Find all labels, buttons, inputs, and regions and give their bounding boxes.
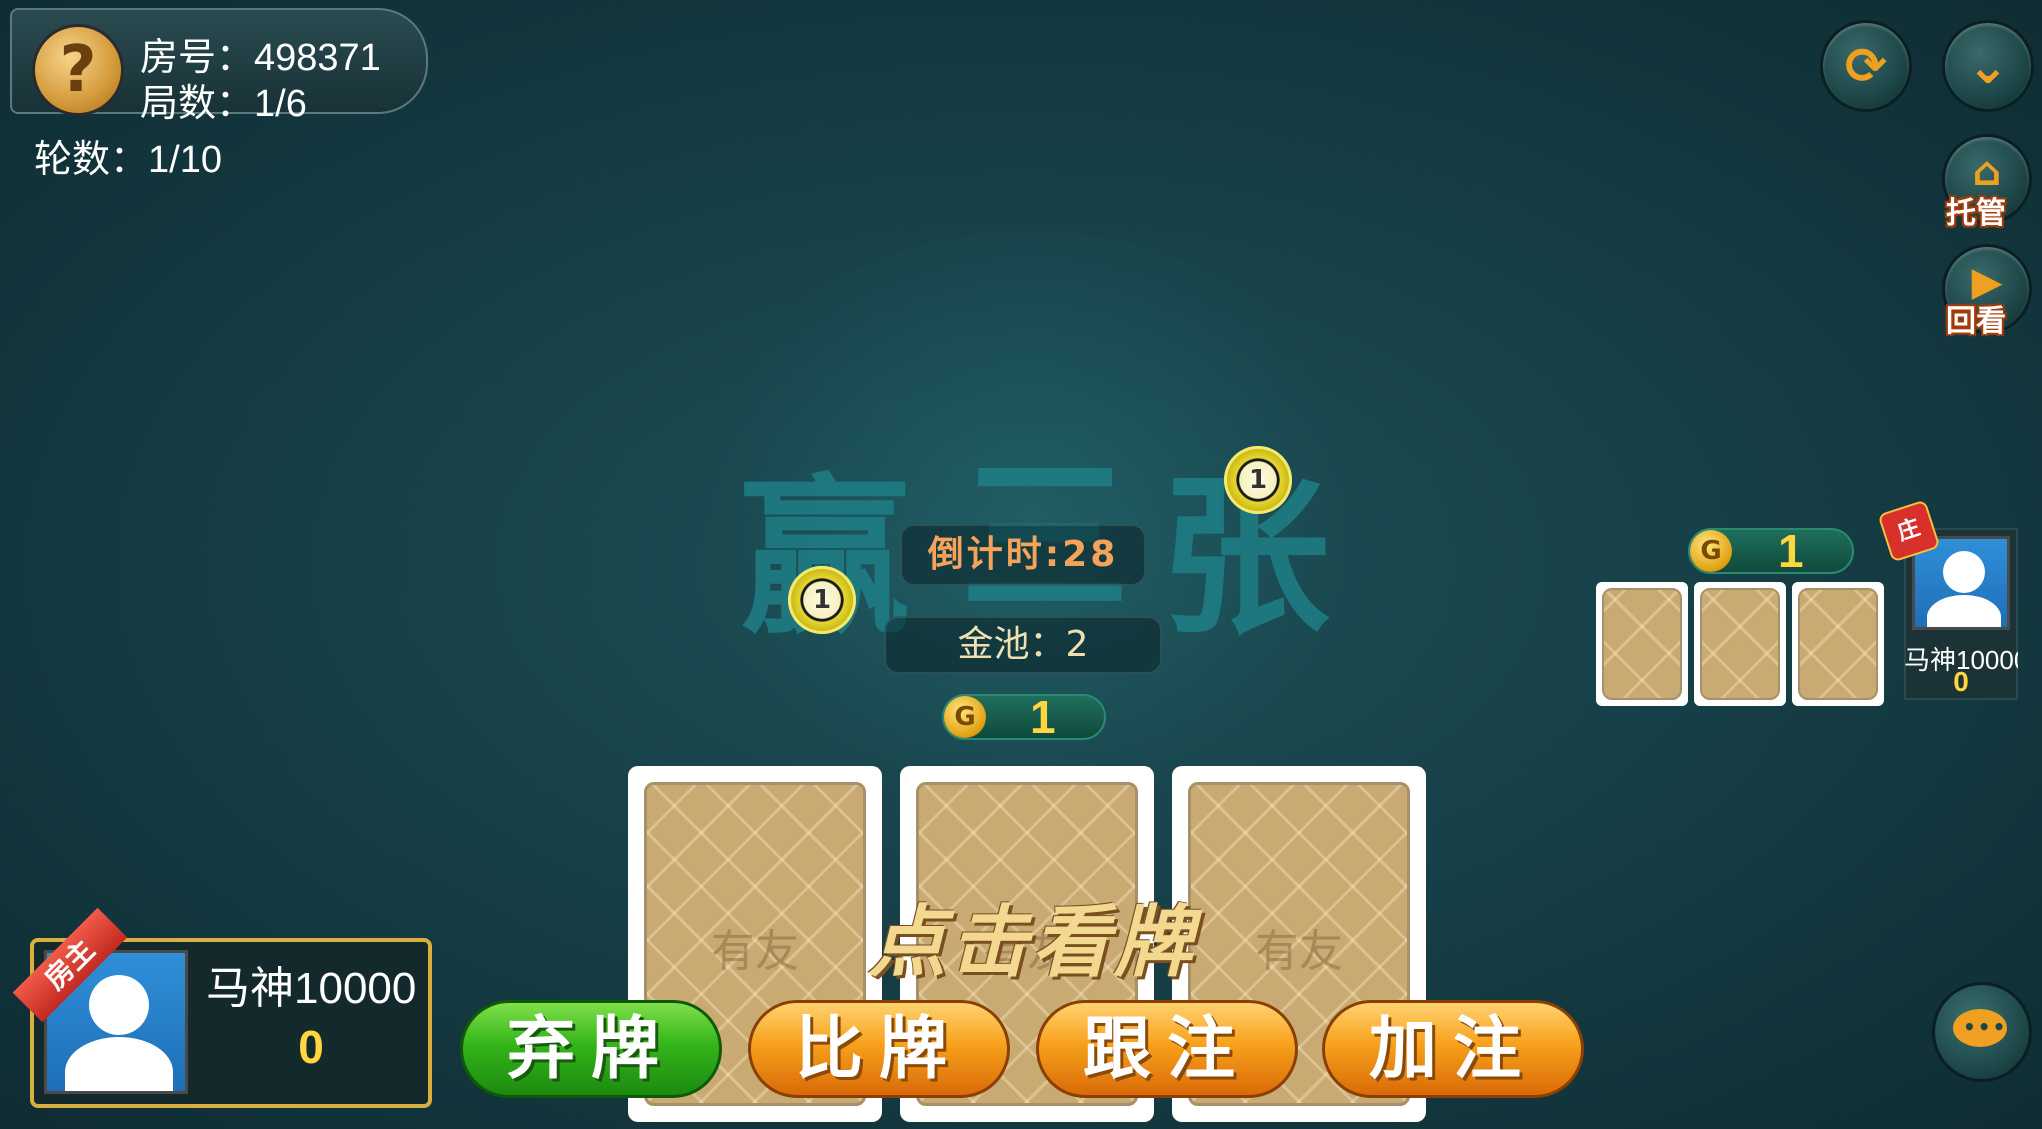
card-back-mark: 有友 [711,926,799,977]
refresh-icon: ⟳ [1845,37,1887,95]
help-button[interactable]: ? [32,24,124,116]
question-icon: ? [59,33,97,107]
opponent-card-2 [1694,582,1786,706]
opponent-score: 0 [1953,666,1969,697]
compare-button[interactable]: 比牌 [748,1000,1010,1098]
self-player-name: 马神10000 [206,964,417,1013]
coin-icon: G [944,696,986,738]
fold-button[interactable]: 弃牌 [460,1000,722,1098]
gold-pot: 金池：2 [884,616,1162,674]
self-player-score: 0 [298,1021,324,1073]
self-bet-amount: 1 [1030,691,1056,743]
tap-to-view-cards[interactable]: 点击看牌 [868,880,1196,992]
opponent-card-1 [1596,582,1688,706]
table-chip: 1 [788,566,856,634]
menu-toggle-button[interactable]: ⌄ [1942,20,2034,112]
chevron-down-icon: ⌄ [1967,37,2009,95]
opponent-card-3 [1792,582,1884,706]
raise-button[interactable]: 加注 [1322,1000,1584,1098]
game-count: 局数：1/6 [140,83,307,125]
round-count: 轮数：1/10 [34,139,222,181]
refresh-button[interactable]: ⟳ [1820,20,1912,112]
card-back-mark: 有友 [1255,926,1343,977]
countdown-timer: 倒计时:28 [900,524,1146,586]
logo-char-2: 三 [960,400,1130,646]
replay-label: 回看 [1946,304,2006,339]
call-button[interactable]: 跟注 [1036,1000,1298,1098]
chat-button[interactable]: ••• [1932,982,2032,1082]
table-chip: 1 [1224,446,1292,514]
opponent-bet-amount: 1 [1778,525,1804,577]
coin-icon: G [1690,530,1732,572]
trustee-label: 托管 [1946,196,2006,231]
